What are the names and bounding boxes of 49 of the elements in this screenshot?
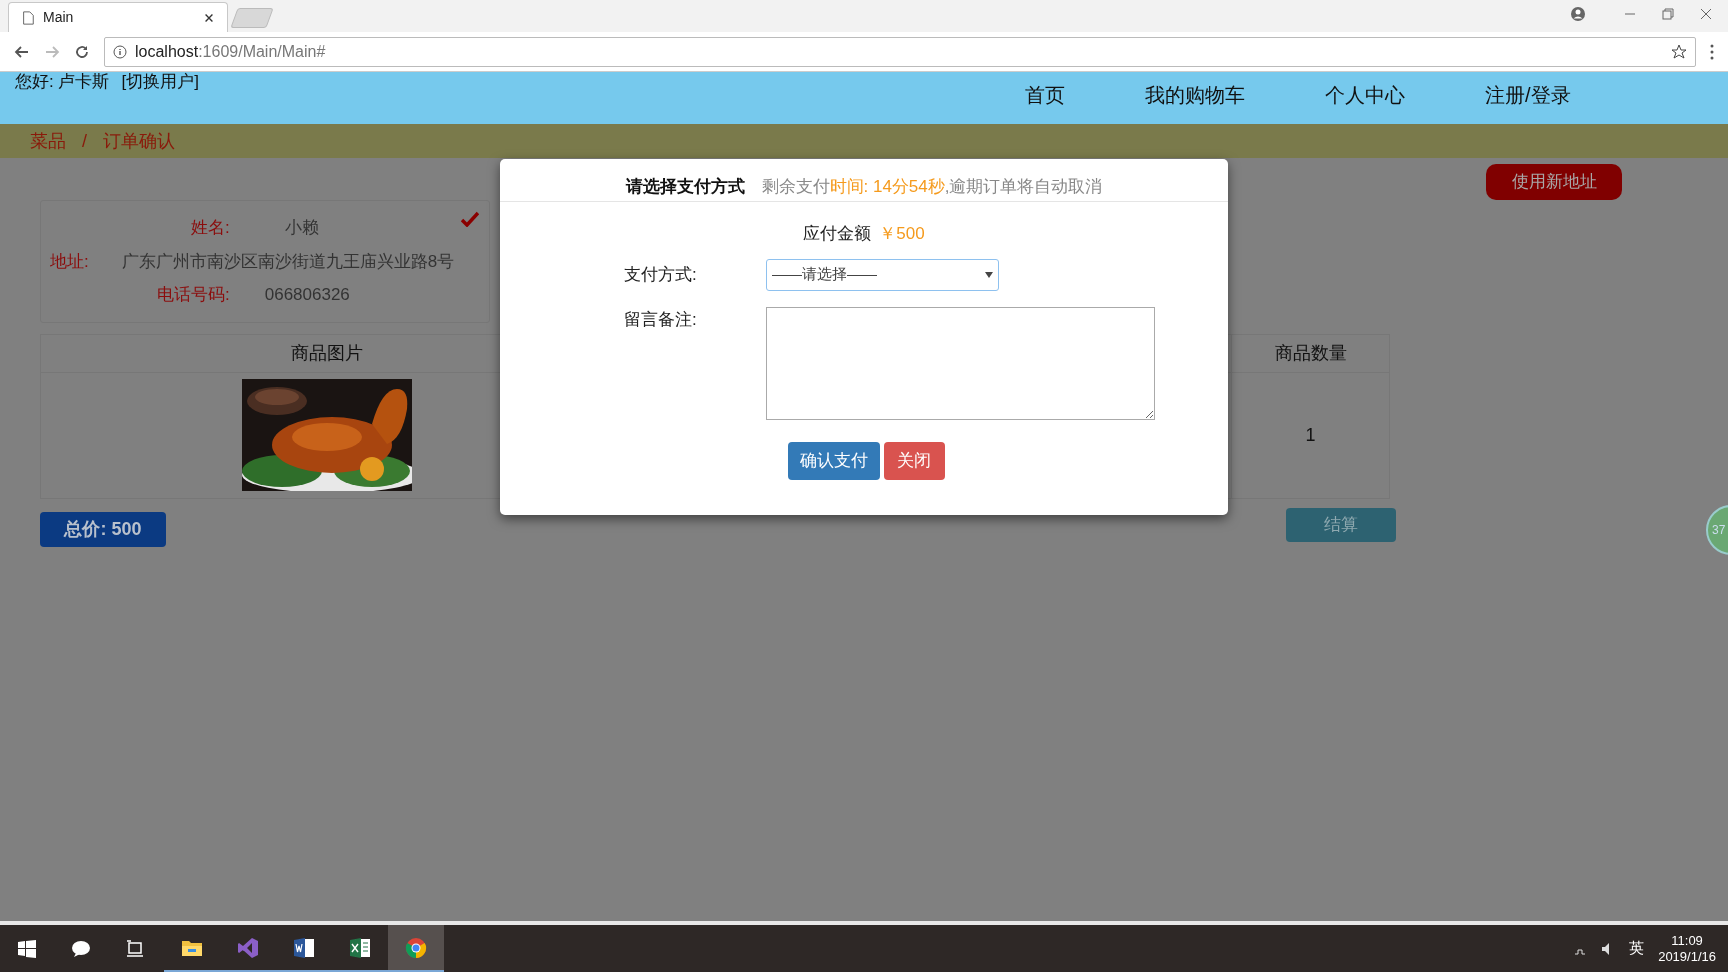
close-button[interactable]: 关闭 bbox=[883, 441, 945, 480]
nav-link[interactable]: 个人中心 bbox=[1325, 80, 1405, 110]
field-label: 地址: bbox=[50, 250, 89, 273]
address-bar[interactable]: localhost:1609/Main/Main# bbox=[104, 36, 1696, 67]
nav-link[interactable]: 我的购物车 bbox=[1145, 80, 1245, 110]
input-method-indicator[interactable]: 英 bbox=[1629, 937, 1645, 960]
breadcrumb-separator: / bbox=[82, 129, 87, 153]
total-price-button[interactable]: 总价: 500 bbox=[40, 511, 166, 547]
clock-time[interactable]: 11:09 bbox=[1671, 932, 1703, 949]
table-cell-text: 1 bbox=[1305, 423, 1316, 447]
field-label: 电话号码: bbox=[157, 284, 230, 306]
document-w-icon bbox=[293, 936, 315, 959]
back-icon[interactable] bbox=[14, 43, 30, 60]
field-value: 广东广州市南沙区南沙街道九王庙兴业路8号 bbox=[121, 250, 455, 273]
profile-icon[interactable] bbox=[1570, 6, 1586, 22]
switch-user-link[interactable]: [切换用户] bbox=[121, 72, 199, 92]
task-view-icon[interactable] bbox=[126, 939, 144, 958]
countdown-notice: 剩余支付时间: 14分54秒,逾期订单将自动取消 bbox=[761, 175, 1103, 198]
field-label: 姓名: bbox=[191, 217, 230, 239]
new-address-button[interactable]: 使用新地址 bbox=[1486, 164, 1622, 200]
dialog-title: 请选择支付方式 bbox=[625, 175, 745, 198]
restore-icon[interactable] bbox=[1662, 8, 1674, 20]
field-label: 留言备注: bbox=[624, 308, 698, 331]
column-header: 商品数量 bbox=[1231, 334, 1389, 372]
clock-date[interactable]: 2019/1/16 bbox=[1658, 948, 1716, 965]
browser-tab[interactable]: Main bbox=[8, 2, 228, 32]
amount-value: ￥500 bbox=[879, 223, 925, 245]
reload-icon[interactable] bbox=[74, 43, 90, 60]
url-text: localhost:1609/Main/Main# bbox=[135, 41, 326, 62]
confirm-payment-button[interactable]: 确认支付 bbox=[787, 441, 880, 480]
page-icon bbox=[21, 9, 35, 26]
nav-link[interactable]: 首页 bbox=[1025, 80, 1065, 110]
spreadsheet-x-icon bbox=[349, 936, 371, 959]
chat-icon[interactable] bbox=[72, 939, 90, 958]
windows-start-icon[interactable] bbox=[18, 939, 36, 958]
field-label: 支付方式: bbox=[624, 263, 698, 286]
chrome-browser-icon bbox=[405, 936, 427, 959]
greeting-text: 您好: 卢卡斯 bbox=[15, 72, 110, 92]
field-value: 066806326 bbox=[264, 284, 350, 306]
amount-label: 应付金额 bbox=[803, 223, 872, 245]
column-header: 商品图片 bbox=[289, 341, 364, 365]
field-value: 小赖 bbox=[284, 217, 319, 239]
nav-link[interactable]: 注册/登录 bbox=[1485, 80, 1571, 110]
star-icon[interactable] bbox=[1671, 43, 1687, 60]
payment-select[interactable]: ——请选择—— bbox=[766, 258, 999, 291]
remark-field[interactable] bbox=[766, 306, 1155, 420]
menu-icon[interactable] bbox=[1710, 43, 1714, 60]
info-icon bbox=[113, 44, 127, 59]
caret-icon bbox=[985, 271, 993, 278]
